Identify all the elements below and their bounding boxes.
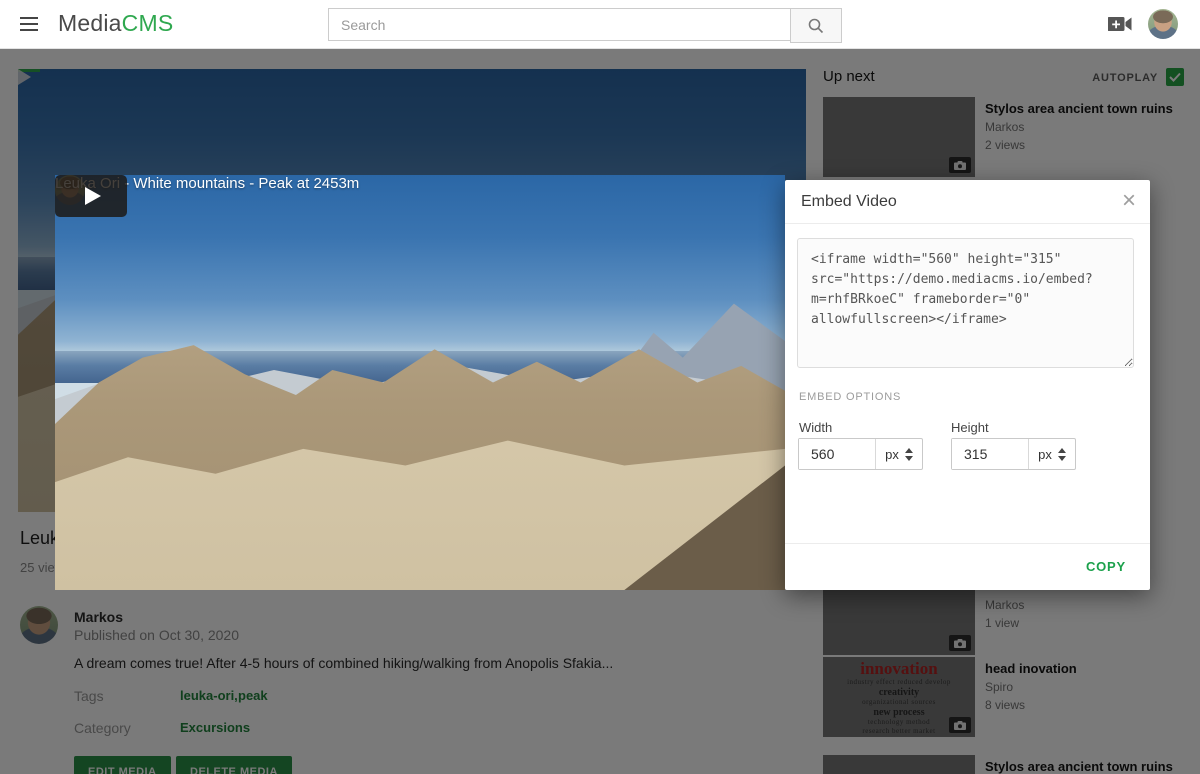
spinner-arrows-icon bbox=[1058, 448, 1066, 461]
big-play-button[interactable] bbox=[55, 175, 127, 217]
modal-title: Embed Video bbox=[801, 193, 897, 211]
height-unit-select[interactable]: px bbox=[1028, 439, 1075, 469]
modal-footer-divider bbox=[785, 543, 1150, 544]
modal-header-divider bbox=[785, 223, 1150, 224]
hamburger-menu-icon[interactable] bbox=[20, 17, 38, 31]
user-avatar[interactable] bbox=[1148, 9, 1178, 39]
page: MediaCMS Leuka Ori - White mountains - P… bbox=[0, 0, 1200, 774]
add-video-icon[interactable] bbox=[1108, 13, 1132, 35]
width-label: Width bbox=[799, 420, 832, 435]
close-icon[interactable]: × bbox=[1122, 188, 1136, 214]
embed-options-label: EMBED OPTIONS bbox=[799, 391, 901, 403]
search-button[interactable] bbox=[790, 8, 842, 43]
video-player[interactable]: Leuka Ori - White mountains - Peak at 24… bbox=[55, 175, 785, 590]
player-title-overlay: Leuka Ori - White mountains - Peak at 24… bbox=[55, 175, 785, 590]
height-label: Height bbox=[951, 420, 989, 435]
copy-button[interactable]: COPY bbox=[1080, 558, 1132, 575]
brand-media: Media bbox=[58, 10, 122, 36]
search-icon bbox=[807, 17, 825, 35]
width-field-group: px bbox=[798, 438, 923, 470]
height-field-group: px bbox=[951, 438, 1076, 470]
spinner-arrows-icon bbox=[905, 448, 913, 461]
brand-cms: CMS bbox=[122, 10, 174, 36]
width-unit-select[interactable]: px bbox=[875, 439, 922, 469]
search-input[interactable] bbox=[328, 8, 801, 41]
embed-video-modal: Embed Video × <iframe width="560" height… bbox=[785, 180, 1150, 590]
play-icon bbox=[85, 187, 101, 205]
brand-logo[interactable]: MediaCMS bbox=[58, 10, 173, 37]
embed-code-textarea[interactable]: <iframe width="560" height="315" src="ht… bbox=[797, 238, 1134, 368]
width-input[interactable] bbox=[799, 439, 875, 469]
height-input[interactable] bbox=[952, 439, 1028, 469]
top-header: MediaCMS bbox=[0, 0, 1200, 49]
